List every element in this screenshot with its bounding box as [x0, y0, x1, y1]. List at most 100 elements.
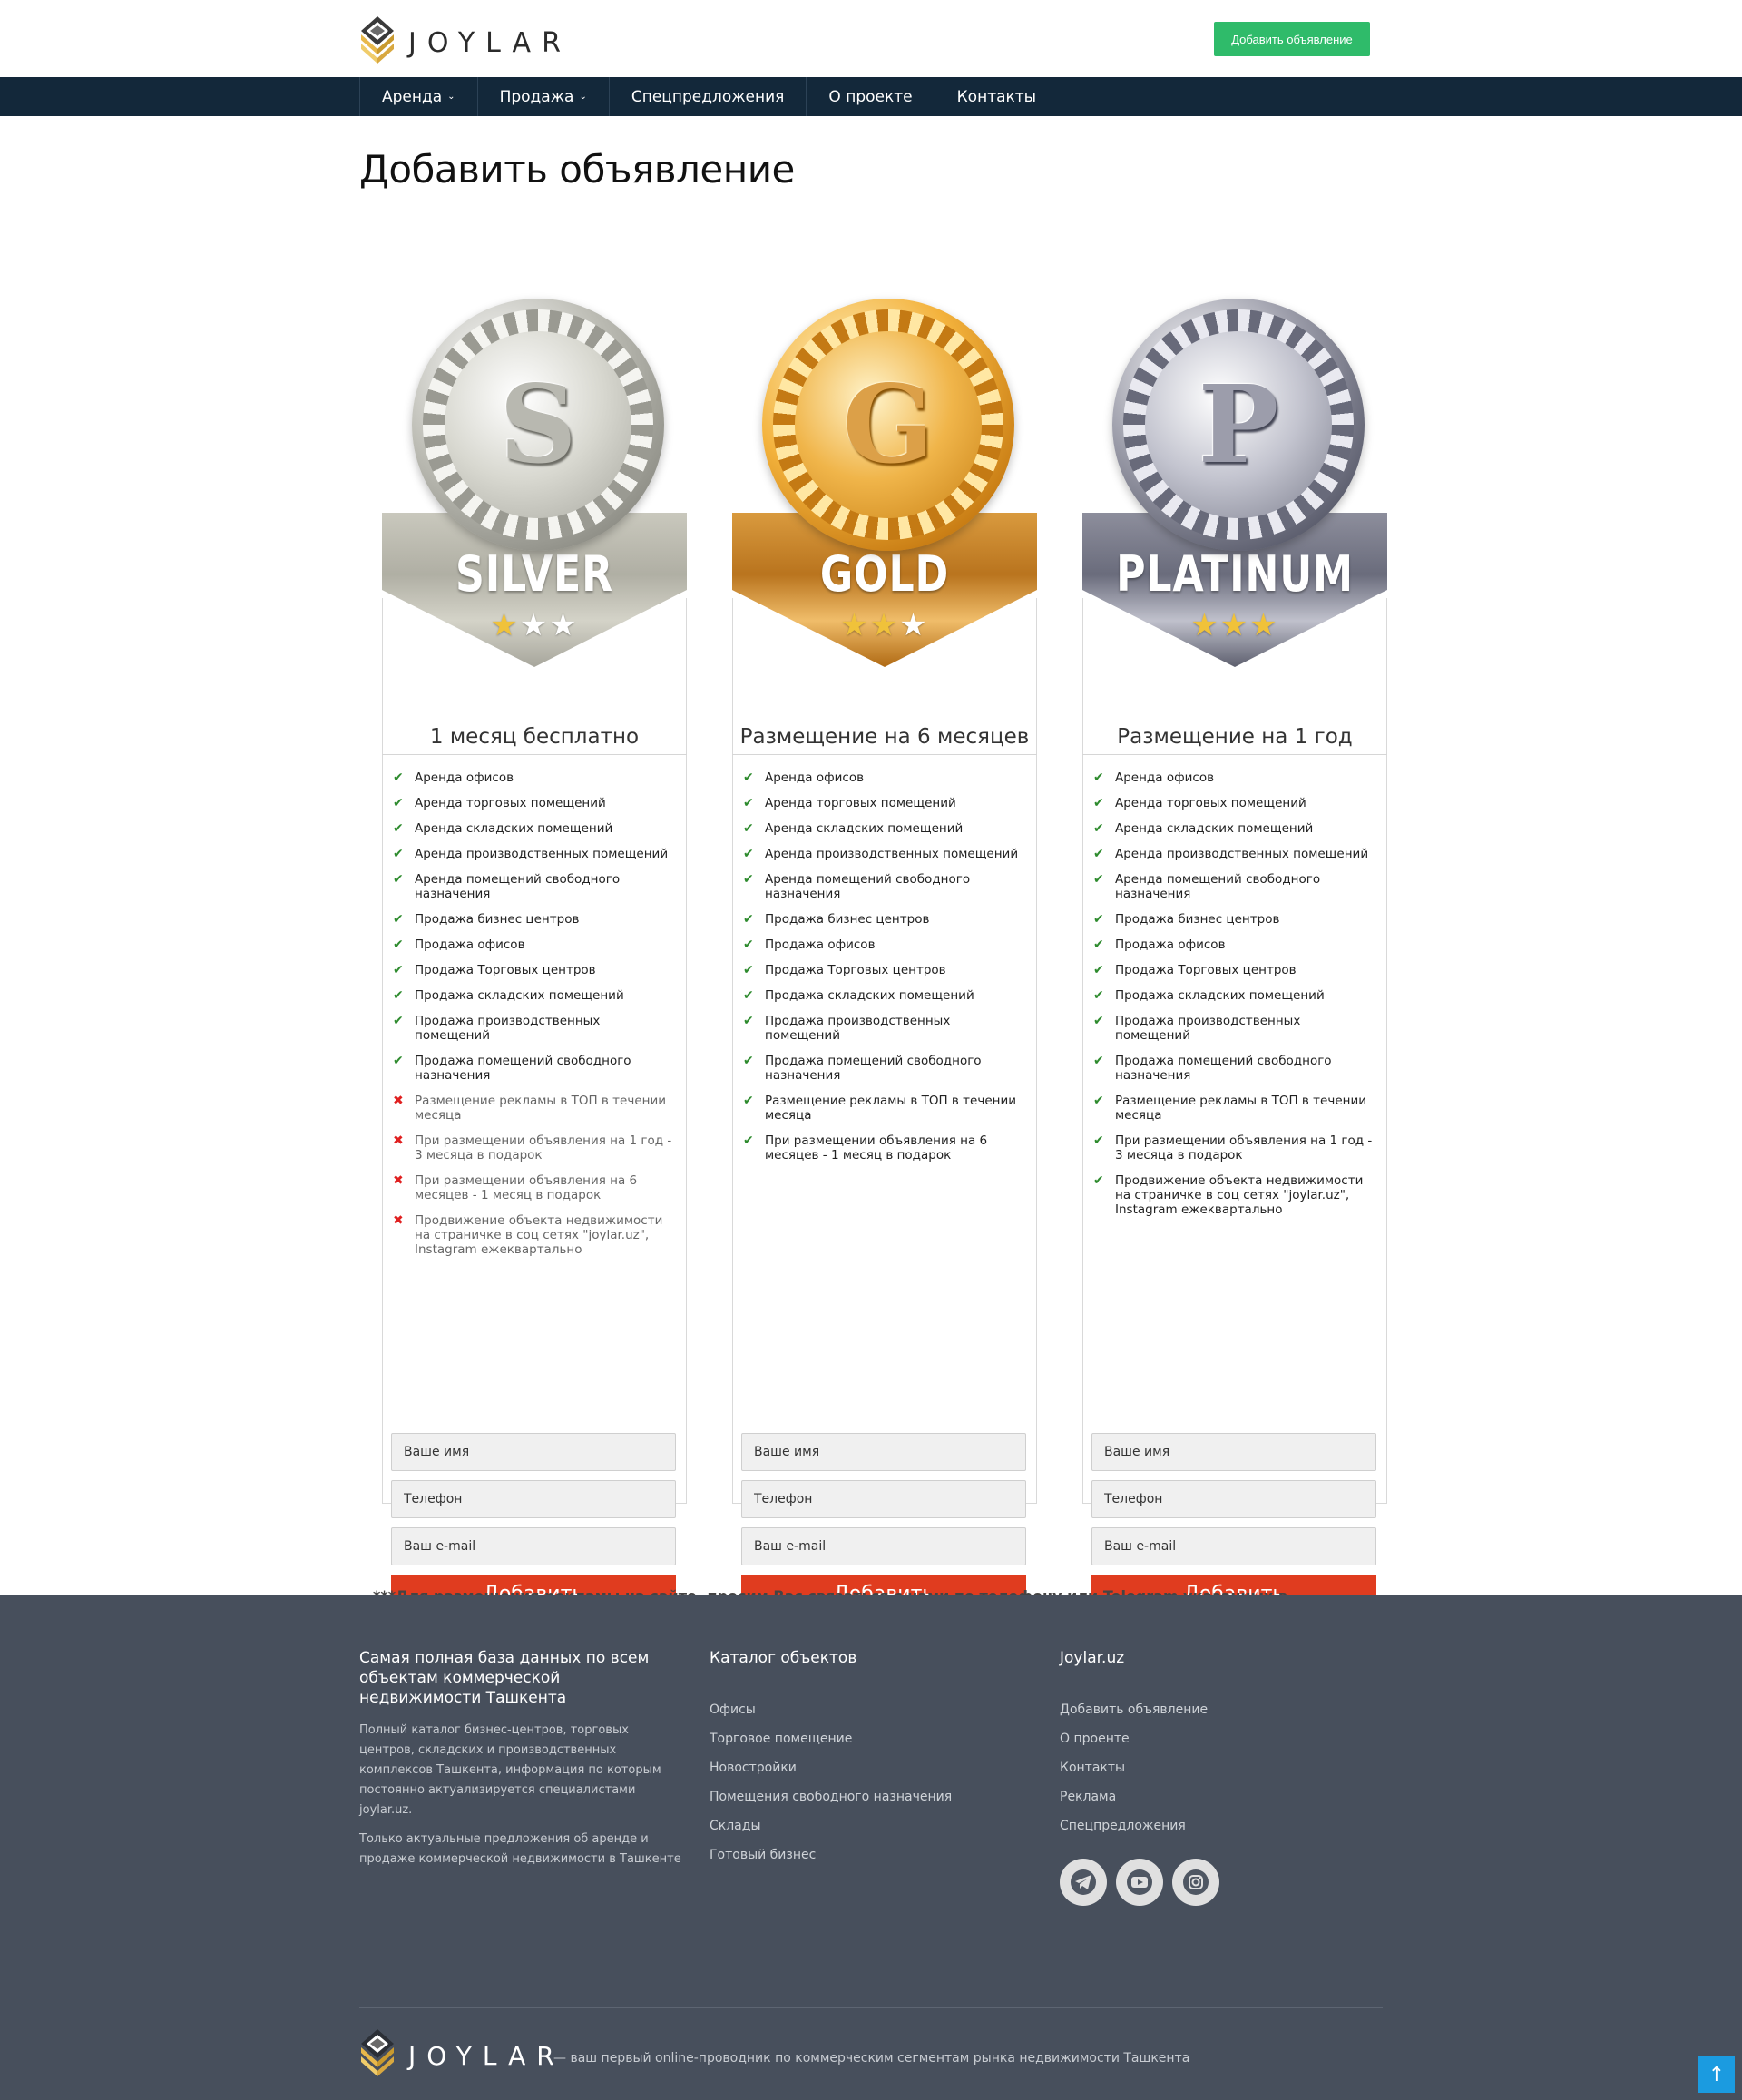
check-icon: ✔ — [743, 1133, 754, 1148]
check-icon: ✔ — [393, 770, 404, 785]
check-icon: ✔ — [1093, 1173, 1104, 1188]
email-input[interactable] — [391, 1527, 676, 1565]
feature-item: ✔ Аренда торговых помещений — [743, 796, 1028, 810]
check-icon: ✔ — [743, 988, 754, 1003]
plan-form: Добавить — [741, 1433, 1026, 1613]
check-icon: ✔ — [1093, 1014, 1104, 1028]
footer-site-link[interactable]: Добавить объявление — [1060, 1703, 1383, 1717]
feature-text: Продажа Торговых центров — [415, 963, 596, 977]
nav-item[interactable]: Аренда ⌄ — [359, 77, 477, 116]
scroll-to-top-button[interactable]: ↑ — [1698, 2056, 1735, 2093]
footer-catalog-link[interactable]: Новостройки — [710, 1761, 1032, 1775]
check-icon: ✔ — [743, 1014, 754, 1028]
check-icon: ✔ — [393, 847, 404, 861]
feature-text: При размещении объявления на 6 месяцев -… — [765, 1133, 988, 1163]
feature-item: ✖ При размещении объявления на 1 год - 3… — [393, 1133, 678, 1163]
nav-item[interactable]: Продажа ⌄ — [476, 77, 609, 116]
footer-about-text: Полный каталог бизнес-центров, торговых … — [359, 1723, 661, 1817]
footer-site-link[interactable]: Контакты — [1060, 1761, 1383, 1775]
feature-text: Продажа офисов — [415, 937, 525, 952]
check-icon: ✔ — [743, 1054, 754, 1068]
check-icon: ✔ — [393, 796, 404, 810]
feature-item: ✔ Продажа производственных помещений — [393, 1014, 678, 1043]
email-input[interactable] — [741, 1527, 1026, 1565]
footer-catalog-link[interactable]: Готовый бизнес — [710, 1848, 1032, 1862]
feature-text: Аренда складских помещений — [1115, 821, 1314, 836]
feature-text: Аренда торговых помещений — [1115, 796, 1306, 810]
add-listing-button[interactable]: Добавить объявление — [1214, 22, 1370, 56]
feature-text: Размещение рекламы в ТОП в течении месяц… — [1115, 1094, 1367, 1123]
check-icon: ✔ — [743, 770, 754, 785]
footer-site-link[interactable]: Реклама — [1060, 1790, 1383, 1804]
feature-text: Аренда офисов — [1115, 770, 1215, 785]
plan-divider — [732, 754, 1037, 755]
nav-item[interactable]: Контакты — [934, 77, 1059, 116]
instagram-icon[interactable] — [1172, 1859, 1219, 1906]
feature-item: ✔ Продажа производственных помещений — [1093, 1014, 1378, 1043]
feature-item: ✔ Продажа офисов — [1093, 937, 1378, 952]
nav-item[interactable]: Спецпредложения — [608, 77, 807, 116]
feature-item: ✔ Размещение рекламы в ТОП в течении мес… — [743, 1094, 1028, 1123]
feature-item: ✔ Аренда производственных помещений — [743, 847, 1028, 861]
logo-icon — [359, 15, 396, 65]
check-icon: ✔ — [1093, 770, 1104, 785]
feature-item: ✔ Аренда помещений свободного назначения — [743, 872, 1028, 901]
check-icon: ✔ — [1093, 937, 1104, 952]
feature-text: Продвижение объекта недвижимости на стра… — [415, 1213, 663, 1257]
feature-item: ✔ Продажа бизнес центров — [393, 912, 678, 927]
check-icon: ✔ — [393, 912, 404, 927]
name-input[interactable] — [1091, 1433, 1376, 1471]
logo-text: JOYLAR — [408, 26, 572, 59]
name-input[interactable] — [741, 1433, 1026, 1471]
feature-text: Продажа бизнес центров — [1115, 912, 1280, 927]
medal-letter: G — [842, 361, 935, 487]
check-icon: ✔ — [743, 872, 754, 887]
main-nav: Аренда ⌄ Продажа ⌄ Спецпредложения О проекте К… — [0, 77, 1742, 116]
phone-input[interactable] — [391, 1480, 676, 1518]
feature-item: ✔ Аренда производственных помещений — [393, 847, 678, 861]
phone-input[interactable] — [1091, 1480, 1376, 1518]
footer-tagline: — ваш первый online-проводник по коммерч… — [553, 2051, 1190, 2066]
check-icon: ✔ — [1093, 1133, 1104, 1148]
plan-tier: SILVER — [455, 545, 614, 603]
check-icon: ✔ — [1093, 847, 1104, 861]
footer-logo[interactable]: JOYLAR — [359, 2027, 565, 2078]
feature-item: ✔ Продажа помещений свободного назначени… — [743, 1054, 1028, 1083]
feature-text: Продажа бизнес центров — [765, 912, 930, 927]
feature-text: Аренда производственных помещений — [415, 847, 669, 861]
feature-item: ✔ Аренда складских помещений — [393, 821, 678, 836]
feature-item: ✔ Продажа помещений свободного назначени… — [1093, 1054, 1378, 1083]
plan-title: 1 месяц бесплатно — [429, 725, 640, 749]
feature-item: ✔ Продажа Торговых центров — [1093, 963, 1378, 977]
name-input[interactable] — [391, 1433, 676, 1471]
site-logo[interactable]: JOYLAR — [359, 15, 572, 65]
plan-form: Добавить — [391, 1433, 676, 1613]
footer-site-link[interactable]: Спецпредложения — [1060, 1819, 1383, 1833]
star-icon: ★ — [899, 607, 929, 643]
feature-text: Аренда помещений свободного назначения — [415, 872, 621, 901]
feature-text: Аренда помещений свободного назначения — [1115, 872, 1321, 901]
check-icon: ✔ — [393, 963, 404, 977]
footer-catalog-link[interactable]: Склады — [710, 1819, 1032, 1833]
nav-item[interactable]: О проекте — [806, 77, 934, 116]
footer-site-link[interactable]: О проенте — [1060, 1732, 1383, 1746]
medal-icon: G — [762, 299, 1014, 551]
feature-item: ✖ Размещение рекламы в ТОП в течении мес… — [393, 1094, 678, 1123]
footer-catalog-link[interactable]: Помещения свободного назначения — [710, 1790, 1032, 1804]
feature-item: ✔ Продвижение объекта недвижимости на ст… — [1093, 1173, 1378, 1217]
medal-letter: S — [499, 361, 577, 487]
check-icon: ✔ — [1093, 963, 1104, 977]
footer-catalog-link[interactable]: Офисы — [710, 1703, 1032, 1717]
feature-item: ✔ Аренда офисов — [1093, 770, 1378, 785]
footer-catalog-link[interactable]: Торговое помещение — [710, 1732, 1032, 1746]
cross-icon: ✖ — [393, 1133, 404, 1148]
footer-logo-text: JOYLAR — [408, 2040, 565, 2071]
email-input[interactable] — [1091, 1527, 1376, 1565]
feature-item: ✔ Аренда производственных помещений — [1093, 847, 1378, 861]
plan-form: Добавить — [1091, 1433, 1376, 1613]
telegram-icon[interactable] — [1060, 1859, 1107, 1906]
check-icon: ✔ — [1093, 796, 1104, 810]
phone-input[interactable] — [741, 1480, 1026, 1518]
feature-item: ✔ Продажа помещений свободного назначени… — [393, 1054, 678, 1083]
youtube-icon[interactable] — [1116, 1859, 1163, 1906]
